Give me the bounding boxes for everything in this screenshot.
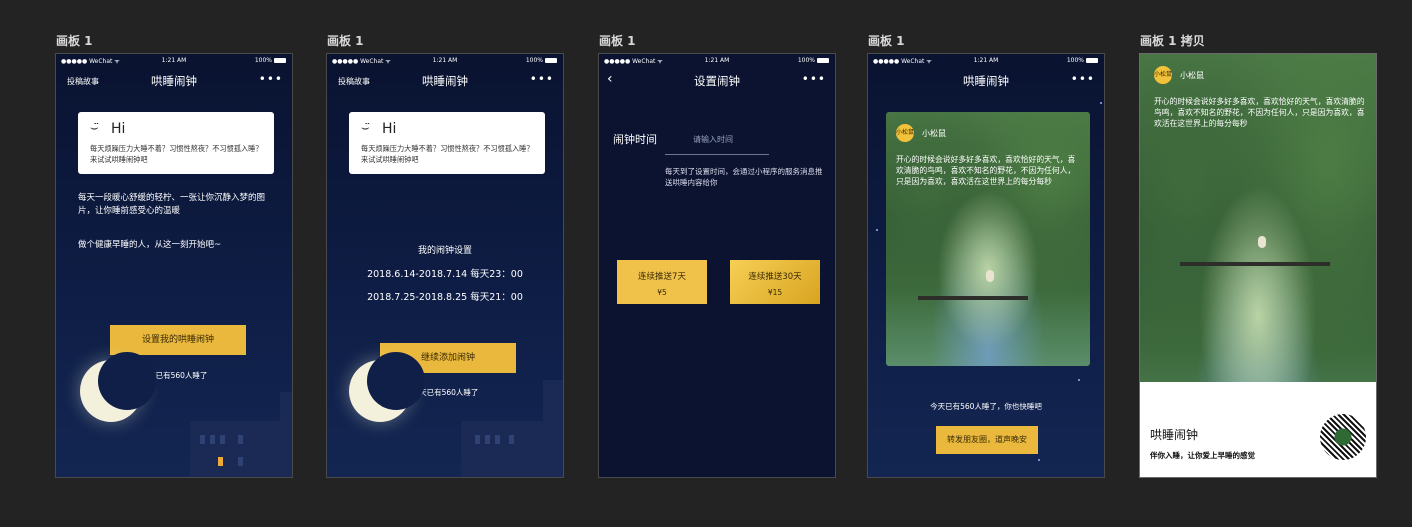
screen-story: ●●●●● WeChat ᯤ 1:21 AM 100% 哄睡闹钟 ••• 小松鼠… (867, 53, 1105, 478)
sleep-message: 今天已有560人睡了，你也快睡吧 (930, 402, 1042, 411)
user-avatar: 小松鼠 (1154, 66, 1172, 84)
more-menu-icon[interactable]: ••• (530, 72, 554, 86)
user-name: 小松鼠 (1180, 71, 1204, 80)
schedule-title: 我的闹钟设置 (417, 246, 472, 256)
status-bar: ●●●●● WeChat ᯤ 1:21 AM 100% (868, 56, 1104, 66)
more-menu-icon[interactable]: ••• (802, 72, 826, 86)
page-title: 哄睡闹钟 (963, 74, 1009, 88)
cyclist-illustration (986, 270, 994, 282)
schedule-item: 2018.6.14-2018.7.14 每天23：00 (367, 269, 523, 280)
battery-icon (1086, 58, 1098, 63)
smile-icon: ⌣̈ (90, 121, 99, 136)
more-menu-icon[interactable]: ••• (259, 72, 283, 86)
battery-indicator: 100% (255, 57, 286, 64)
artboard-label: 画板 1 (56, 34, 93, 48)
greeting-hi: Hi (111, 121, 126, 137)
alarm-note: 每天到了设置时间，会通过小程序的服务消息推送哄睡内容给你 (665, 167, 823, 187)
greeting-hi: Hi (382, 121, 397, 137)
greeting-card: ⌣̈ Hi 每天烦躁压力大睡不着？习惯性熬夜？不习惯孤入睡？来试试哄睡闹钟吧 (349, 112, 545, 174)
plan-30-days-button[interactable]: 连续推送30天 ¥15 (730, 260, 820, 304)
story-text: 开心的时候会说好多好多喜欢，喜欢恰好的天气，喜欢清脆的鸟鸣，喜欢不知名的野花，不… (1154, 97, 1365, 128)
alarm-time-label: 闹钟时间 (613, 133, 657, 146)
user-name: 小松鼠 (922, 129, 946, 138)
intro-text-2: 做个健康早睡的人，从这一刻开始吧~ (78, 240, 222, 250)
greeting-text: 每天烦躁压力大睡不着？习惯性熬夜？不习惯孤入睡？来试试哄睡闹钟吧 (361, 144, 534, 164)
story-image-card: 小松鼠 小松鼠 开心的时候会说好多好多喜欢，喜欢恰好的天气，喜欢清脆的鸟鸣，喜欢… (886, 112, 1090, 366)
status-bar: ●●●●● WeChat ᯤ 1:21 AM 100% (56, 56, 292, 66)
alarm-time-input[interactable]: 请输入时间 (693, 134, 733, 145)
screen-share-card: 小松鼠 小松鼠 开心的时候会说好多好多喜欢，喜欢恰好的天气，喜欢清脆的鸟鸣，喜欢… (1139, 53, 1377, 478)
artboard-label: 画板 1 (868, 34, 905, 48)
page-title: 设置闹钟 (694, 74, 740, 88)
input-underline (665, 154, 769, 155)
story-text: 开心的时候会说好多好多喜欢，喜欢恰好的天气，喜欢清脆的鸟鸣，喜欢不知名的野花，不… (896, 155, 1076, 186)
battery-icon (274, 58, 286, 63)
user-avatar: 小松鼠 (896, 124, 914, 142)
intro-text: 每天一段暖心舒缓的轻柠、一张让你沉静入梦的图片，让你睡前感受心的温暖 (78, 193, 266, 216)
greeting-card: ⌣̈ Hi 每天烦躁压力大睡不着？习惯性熬夜？不习惯孤入睡？来试试哄睡闹钟吧 (78, 112, 274, 174)
status-bar: ●●●●● WeChat ᯤ 1:21 AM 100% (599, 56, 835, 66)
cyclist-illustration (1258, 236, 1266, 248)
set-alarm-button[interactable]: 设置我的哄睡闹钟 (110, 325, 246, 355)
artboard-label: 画板 1 (599, 34, 636, 48)
screen-alarm-list: ●●●●● WeChat ᯤ 1:21 AM 100% 投稿故事 哄睡闹钟 ••… (326, 53, 564, 478)
building-illustration (190, 421, 292, 477)
artboard-label: 画板 1 (327, 34, 364, 48)
schedule-item: 2018.7.25-2018.8.25 每天21：00 (367, 292, 523, 303)
greeting-text: 每天烦躁压力大睡不着？习惯性熬夜？不习惯孤入睡？来试试哄睡闹钟吧 (90, 144, 263, 164)
bridge-illustration (1180, 262, 1330, 266)
more-menu-icon[interactable]: ••• (1071, 72, 1095, 86)
smile-icon: ⌣̈ (361, 121, 370, 136)
share-moments-button[interactable]: 转发朋友圈，道声晚安 (936, 426, 1038, 454)
plan-7-days-button[interactable]: 连续推送7天 ¥5 (617, 260, 707, 304)
battery-icon (545, 58, 557, 63)
share-card-footer: 哄睡闹钟 伴你入睡，让你爱上早睡的感觉 (1140, 382, 1376, 477)
bridge-illustration (918, 296, 1028, 300)
battery-icon (817, 58, 829, 63)
share-slogan: 伴你入睡，让你爱上早睡的感觉 (1150, 451, 1255, 460)
share-title: 哄睡闹钟 (1150, 428, 1199, 442)
artboard-label: 画板 1 拷贝 (1140, 34, 1205, 48)
qr-code-icon (1320, 414, 1366, 460)
page-title: 哄睡闹钟 (422, 74, 468, 88)
screen-home: ●●●●● WeChat ᯤ 1:21 AM 100% 投稿故事 哄睡闹钟 ••… (55, 53, 293, 478)
status-bar: ●●●●● WeChat ᯤ 1:21 AM 100% (327, 56, 563, 66)
screen-set-alarm: ●●●●● WeChat ᯤ 1:21 AM 100% ‹ 设置闹钟 ••• 闹… (598, 53, 836, 478)
page-title: 哄睡闹钟 (151, 74, 197, 88)
